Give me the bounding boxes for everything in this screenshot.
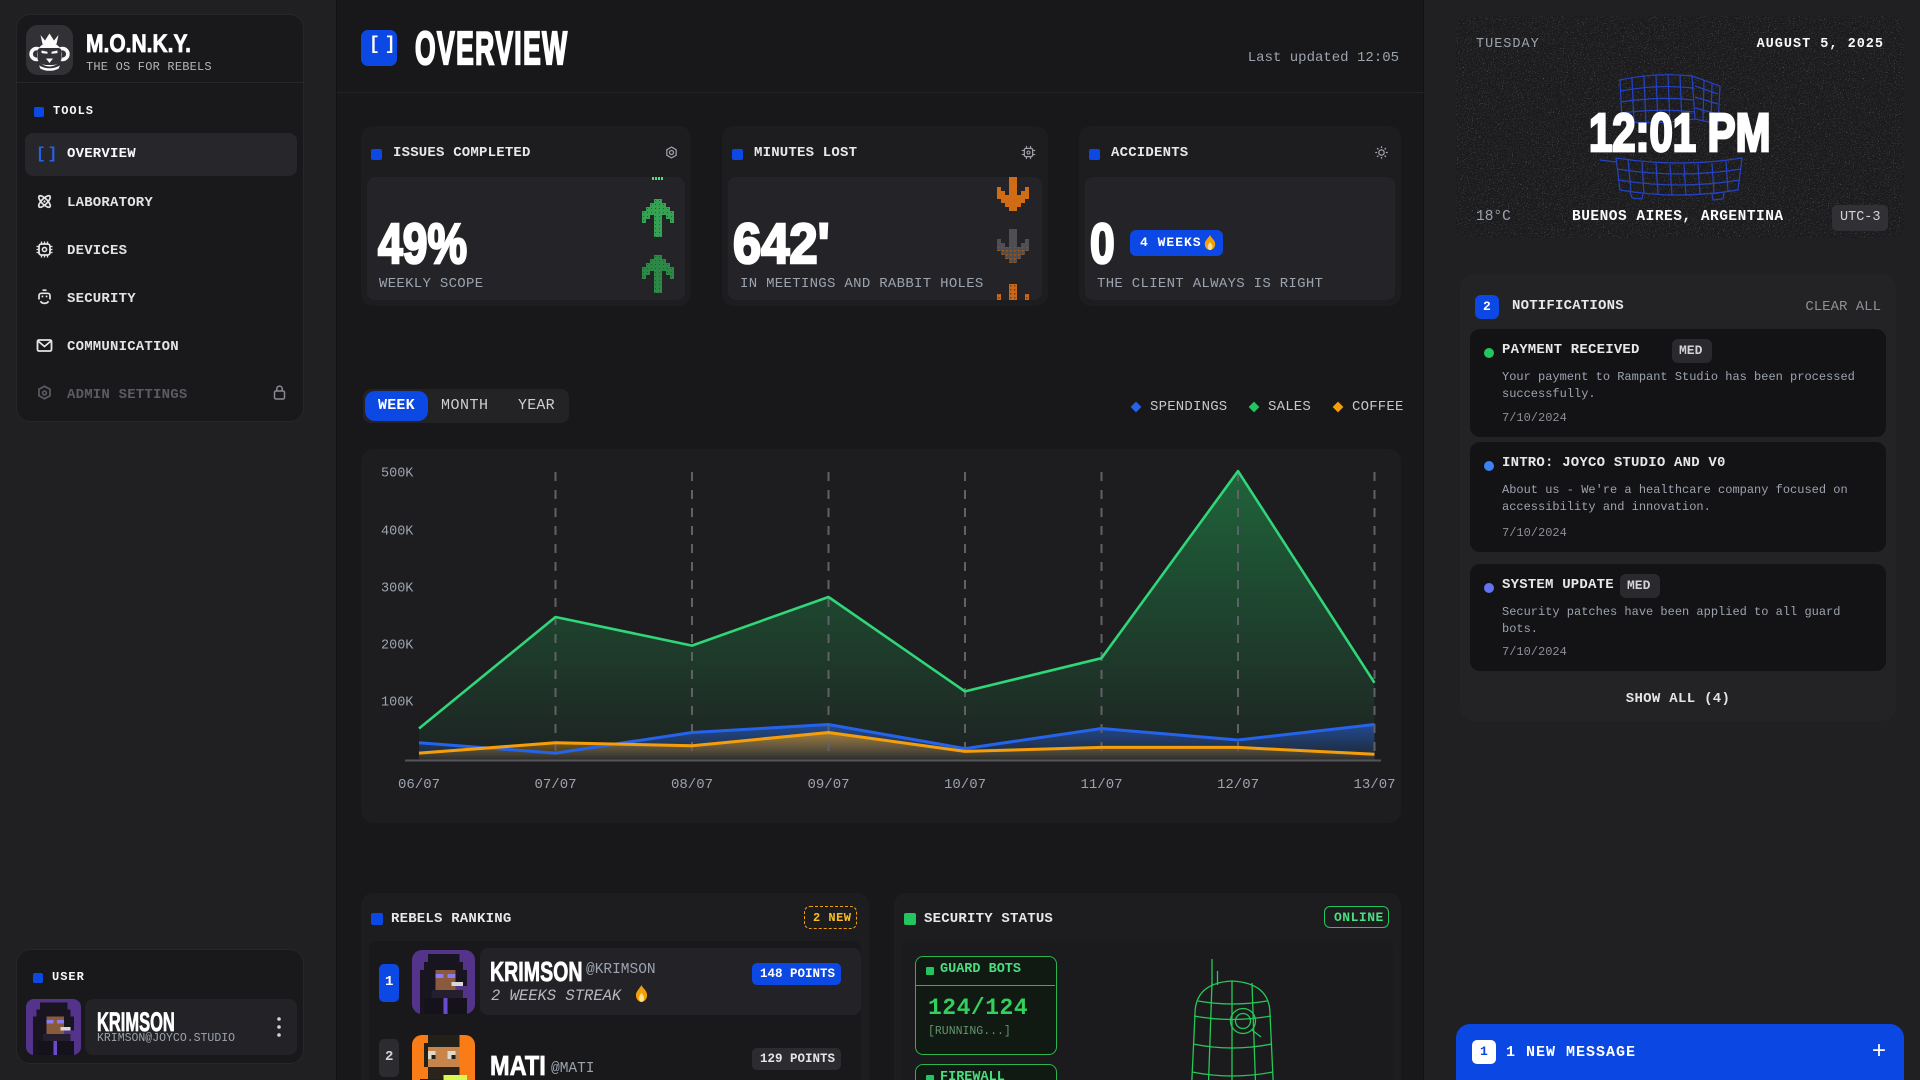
svg-text:500K: 500K (381, 467, 414, 482)
svg-text:06/07: 06/07 (398, 777, 440, 793)
svg-text:13/07: 13/07 (1353, 777, 1395, 793)
svg-text:07/07: 07/07 (534, 777, 576, 793)
svg-text:200K: 200K (381, 639, 414, 654)
svg-text:10/07: 10/07 (944, 777, 986, 793)
svg-text:400K: 400K (381, 525, 414, 540)
svg-text:09/07: 09/07 (807, 777, 849, 793)
svg-text:12/07: 12/07 (1217, 777, 1259, 793)
svg-text:11/07: 11/07 (1080, 777, 1122, 793)
svg-text:300K: 300K (381, 582, 414, 597)
svg-text:100K: 100K (381, 696, 414, 711)
svg-text:08/07: 08/07 (671, 777, 713, 793)
